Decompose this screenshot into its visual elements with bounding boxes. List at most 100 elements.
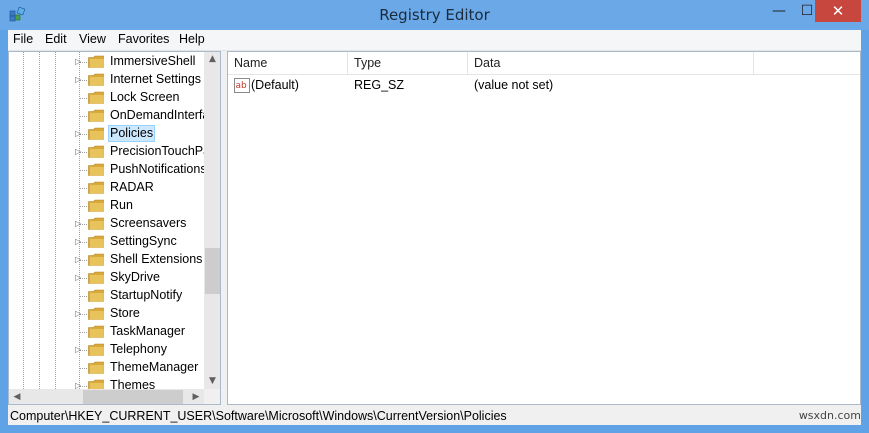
folder-icon xyxy=(88,91,104,104)
vertical-scroll-thumb[interactable] xyxy=(205,248,220,294)
tree-item[interactable]: ▷ SettingSync xyxy=(9,233,209,251)
column-header-name[interactable]: Name xyxy=(228,52,348,74)
scroll-left-arrow-icon[interactable]: ◀ xyxy=(11,392,23,402)
scroll-down-arrow-icon[interactable]: ▼ xyxy=(204,376,220,386)
key-tree-pane[interactable]: ▷ ImmersiveShell ▷ Internet Settings Lock Sc… xyxy=(8,51,221,405)
tree-item-label: OnDemandInterfa xyxy=(110,108,210,122)
close-button[interactable]: ✕ xyxy=(815,0,861,22)
list-header: Name Type Data xyxy=(228,52,860,75)
tree-item-label: Store xyxy=(110,306,140,320)
tree-item[interactable]: ▷ Telephony xyxy=(9,341,209,359)
tree-item[interactable]: ▷ Screensavers xyxy=(9,215,209,233)
tree-item[interactable]: ▷ Shell Extensions xyxy=(9,251,209,269)
folder-icon xyxy=(88,145,104,158)
tree-item[interactable]: ▷ Store xyxy=(9,305,209,323)
expand-arrow-icon[interactable]: ▷ xyxy=(75,309,83,318)
tree-item[interactable]: RADAR xyxy=(9,179,209,197)
tree-item[interactable]: ▷ PrecisionTouchPa xyxy=(9,143,211,161)
menu-view[interactable]: View xyxy=(79,32,106,46)
tree-item[interactable]: ▷ SkyDrive xyxy=(9,269,209,287)
expand-arrow-icon[interactable]: ▷ xyxy=(75,345,83,354)
expand-arrow-icon[interactable]: ▷ xyxy=(75,273,83,282)
value-name: (Default) xyxy=(251,78,299,92)
tree-item-label: PrecisionTouchPa xyxy=(110,144,211,158)
column-header-data[interactable]: Data xyxy=(468,52,754,74)
tree-item[interactable]: StartupNotify xyxy=(9,287,209,305)
tree-item-label: SkyDrive xyxy=(110,270,161,284)
value-type: REG_SZ xyxy=(354,78,405,92)
horizontal-scroll-thumb[interactable] xyxy=(83,390,183,404)
status-bar: Computer\HKEY_CURRENT_USER\Software\Micr… xyxy=(8,407,861,425)
tree-item[interactable]: ThemeManager xyxy=(9,359,209,377)
tree-item-label: Policies xyxy=(108,125,156,142)
tree-item[interactable]: Run xyxy=(9,197,209,215)
folder-icon xyxy=(88,361,104,374)
folder-icon xyxy=(88,253,104,266)
tree-connector xyxy=(80,368,87,369)
menu-help[interactable]: Help xyxy=(179,32,205,46)
folder-icon xyxy=(88,127,104,140)
tree-vertical-scrollbar[interactable]: ▲ ▼ xyxy=(204,52,220,389)
scroll-right-arrow-icon[interactable]: ▶ xyxy=(190,392,202,402)
expand-arrow-icon[interactable]: ▷ xyxy=(75,237,83,246)
folder-icon xyxy=(88,55,104,68)
menu-edit[interactable]: Edit xyxy=(45,32,67,46)
minimize-button[interactable]: — xyxy=(765,0,793,22)
string-value-icon-text: ab xyxy=(236,81,248,91)
expand-arrow-icon[interactable]: ▷ xyxy=(75,57,83,66)
value-data: (value not set) xyxy=(474,78,554,92)
tree-item[interactable]: OnDemandInterfa xyxy=(9,107,209,125)
tree-connector xyxy=(80,188,87,189)
column-header-type[interactable]: Type xyxy=(348,52,468,74)
folder-icon xyxy=(88,217,104,230)
status-path: Computer\HKEY_CURRENT_USER\Software\Micr… xyxy=(10,409,507,423)
folder-icon xyxy=(88,73,104,86)
folder-icon xyxy=(88,271,104,284)
menu-bar: File Edit View Favorites Help xyxy=(8,30,861,51)
client-area: File Edit View Favorites Help ▷ Immersive… xyxy=(8,30,861,425)
tree-connector xyxy=(80,206,87,207)
tree-item-label: Screensavers xyxy=(110,216,187,230)
expand-arrow-icon[interactable]: ▷ xyxy=(75,219,83,228)
folder-icon xyxy=(88,307,104,320)
tree-item[interactable]: ▷ Internet Settings xyxy=(9,71,209,89)
tree-item[interactable]: Lock Screen xyxy=(9,89,209,107)
folder-icon xyxy=(88,109,104,122)
tree-connector xyxy=(80,98,87,99)
tree-item-label: Shell Extensions xyxy=(110,252,203,266)
folder-icon xyxy=(88,325,104,338)
tree-item-label: StartupNotify xyxy=(110,288,183,302)
tree-item-label: Lock Screen xyxy=(110,90,180,104)
expand-arrow-icon[interactable]: ▷ xyxy=(75,129,83,138)
tree-horizontal-scrollbar[interactable]: ◀ ▶ xyxy=(9,389,204,404)
tree-item[interactable]: ▷ Policies xyxy=(9,125,209,143)
tree-item[interactable]: PushNotifications xyxy=(9,161,209,179)
tree-connector xyxy=(80,116,87,117)
menu-favorites[interactable]: Favorites xyxy=(118,32,169,46)
expand-arrow-icon[interactable]: ▷ xyxy=(75,75,83,84)
folder-icon xyxy=(88,343,104,356)
folder-icon xyxy=(88,181,104,194)
values-list-pane[interactable]: Name Type Data ab (Default) REG_SZ (valu… xyxy=(227,51,861,405)
folder-icon xyxy=(88,289,104,302)
tree-item-label: Run xyxy=(110,198,133,212)
tree-item[interactable]: ▷ ImmersiveShell xyxy=(9,53,209,71)
tree-connector xyxy=(80,332,87,333)
tree-item-label: TaskManager xyxy=(110,324,186,338)
tree-item[interactable]: TaskManager xyxy=(9,323,209,341)
expand-arrow-icon[interactable]: ▷ xyxy=(75,255,83,264)
folder-icon xyxy=(88,199,104,212)
registry-editor-window: Registry Editor — ☐ ✕ File Edit View Fav… xyxy=(0,0,869,433)
tree-item-label: PushNotifications xyxy=(110,162,207,176)
tree-connector xyxy=(80,296,87,297)
tree-item-label: ImmersiveShell xyxy=(110,54,196,68)
scroll-up-arrow-icon[interactable]: ▲ xyxy=(204,54,220,64)
expand-arrow-icon[interactable]: ▷ xyxy=(75,147,83,156)
tree-item-label: RADAR xyxy=(110,180,154,194)
string-value-icon: ab xyxy=(234,78,250,93)
menu-file[interactable]: File xyxy=(13,32,33,46)
tree-connector xyxy=(80,170,87,171)
scrollbar-corner xyxy=(204,389,220,404)
tree-item-label: SettingSync xyxy=(110,234,177,248)
title-bar[interactable]: Registry Editor — ☐ ✕ xyxy=(0,0,869,30)
